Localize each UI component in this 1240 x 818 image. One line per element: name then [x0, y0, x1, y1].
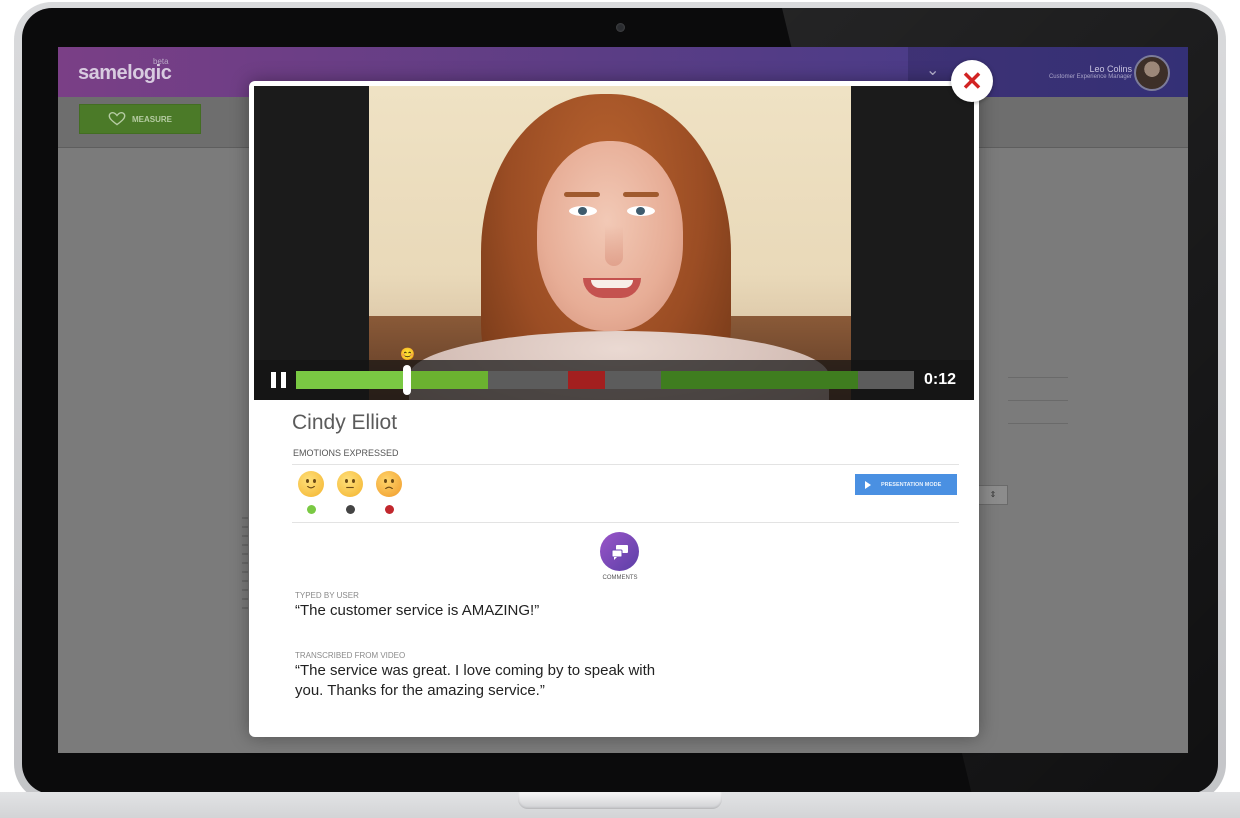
- typed-by-user-label: TYPED BY USER: [295, 591, 359, 600]
- user-role: Customer Experience Manager: [1048, 74, 1132, 80]
- nose: [605, 226, 623, 266]
- emotion-happy[interactable]: [298, 471, 326, 514]
- presentation-mode-label: PRESENTATION MODE: [881, 481, 942, 488]
- background-list-marks: [242, 517, 248, 616]
- presentation-mode-button[interactable]: PRESENTATION MODE: [855, 474, 957, 495]
- avatar[interactable]: [1134, 55, 1170, 91]
- emotion-neutral[interactable]: [337, 471, 365, 514]
- divider: [292, 522, 959, 523]
- emotions-label: EMOTIONS EXPRESSED: [293, 448, 399, 458]
- left-eye: [569, 206, 597, 216]
- marker-emoji-icon: 😊: [400, 347, 416, 361]
- timeline-segment: [660, 371, 859, 389]
- typed-quote: “The customer service is AMAZING!”: [295, 602, 540, 619]
- emotion-angry[interactable]: [376, 471, 404, 514]
- background-content-lines: [1008, 377, 1068, 446]
- timeline-scrubber[interactable]: [403, 365, 412, 395]
- heart-icon: [108, 112, 126, 126]
- chat-bubbles-icon: [611, 544, 628, 560]
- background-select-stepper: ⇕: [978, 485, 1008, 505]
- emotion-dot: [307, 505, 316, 514]
- transcribed-quote: “The service was great. I love coming by…: [295, 662, 656, 699]
- right-brow: [623, 192, 659, 197]
- angry-face-icon: [376, 471, 402, 497]
- comments-button[interactable]: [600, 532, 639, 571]
- video-controls: 😊 0:12: [254, 347, 974, 400]
- happy-face-icon: [298, 471, 324, 497]
- response-modal: 😊 0:12 Cindy Elliot EMOTIONS EXPRESSED P…: [249, 81, 979, 737]
- emotion-dot: [385, 505, 394, 514]
- video-time: 0:12: [923, 371, 956, 388]
- laptop-base-notch: [518, 792, 722, 809]
- timeline-segment: [487, 371, 568, 389]
- video-player[interactable]: 😊 0:12: [254, 86, 974, 400]
- right-eye: [627, 206, 655, 216]
- video-frame: [369, 86, 851, 400]
- timeline-segment: [567, 371, 605, 389]
- timeline-played: [296, 371, 408, 389]
- divider: [292, 464, 959, 465]
- pause-icon[interactable]: [271, 372, 287, 388]
- timeline-segment: [858, 371, 914, 389]
- user-name: Leo Colins: [1089, 64, 1132, 74]
- respondent-name: Cindy Elliot: [292, 411, 398, 434]
- play-icon: [865, 480, 871, 489]
- transcribed-label: TRANSCRIBED FROM VIDEO: [295, 651, 406, 660]
- neutral-face-icon: [337, 471, 363, 497]
- webcam-dot: [616, 23, 625, 32]
- chevron-down-icon[interactable]: ⌄: [926, 60, 939, 80]
- timeline-segment: [605, 371, 661, 389]
- close-icon[interactable]: ✕: [951, 60, 993, 102]
- measure-button[interactable]: MEASURE: [79, 104, 201, 134]
- emotion-dot: [346, 505, 355, 514]
- video-timeline[interactable]: 😊: [296, 347, 914, 395]
- left-brow: [564, 192, 600, 197]
- measure-label: MEASURE: [131, 114, 172, 124]
- comments-label: COMMENTS: [602, 575, 638, 581]
- brand-beta-tag: beta: [153, 57, 169, 66]
